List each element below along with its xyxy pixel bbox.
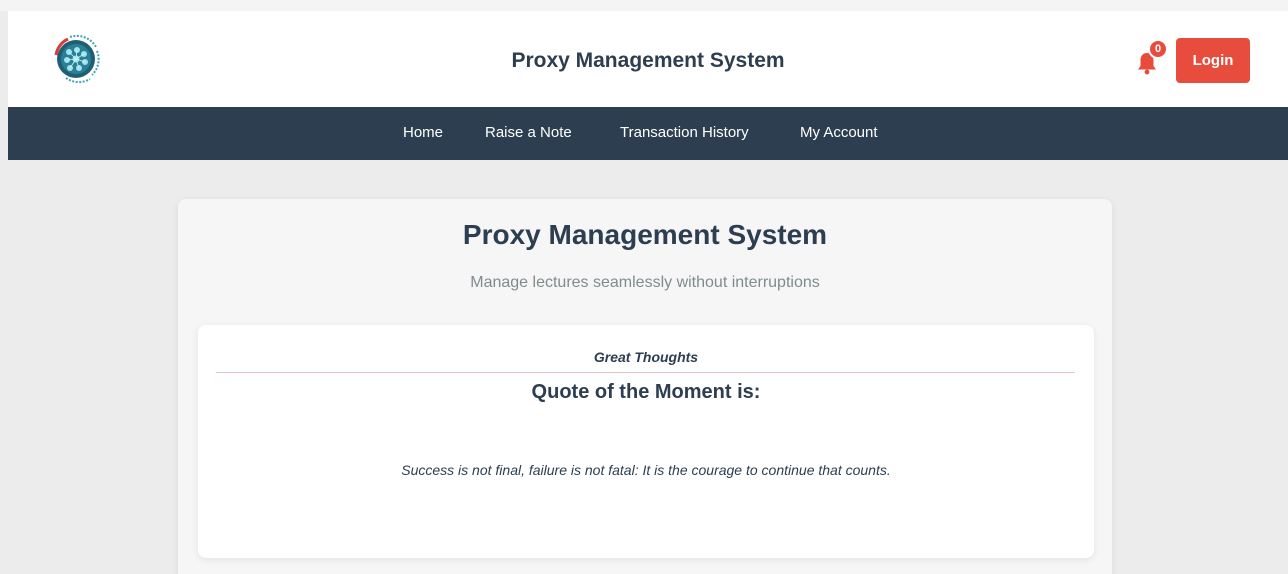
page-title: Proxy Management System bbox=[462, 219, 828, 250]
divider bbox=[216, 372, 1075, 373]
nav-item-raise-a-note[interactable]: Raise a Note bbox=[485, 124, 572, 141]
nav-item-my-account[interactable]: My Account bbox=[800, 124, 878, 141]
quote-card: Great Thoughts Quote of the Moment is: S… bbox=[198, 325, 1094, 558]
site-header: Proxy Management System 0 Login bbox=[8, 11, 1288, 107]
page-subtitle: Manage lectures seamlessly without inter… bbox=[470, 274, 820, 291]
login-button[interactable]: Login bbox=[1176, 38, 1250, 83]
quote-label: Quote of the Moment is: bbox=[531, 381, 761, 403]
quote-card-heading: Great Thoughts bbox=[593, 349, 699, 365]
main-card: Proxy Management System Manage lectures … bbox=[178, 199, 1112, 574]
nav-item-transaction-history[interactable]: Transaction History bbox=[620, 124, 749, 141]
top-strip bbox=[0, 0, 1288, 11]
main-nav: Home Raise a Note Transaction History My… bbox=[8, 107, 1288, 160]
header-title: Proxy Management System bbox=[511, 49, 785, 72]
nav-item-home[interactable]: Home bbox=[403, 124, 443, 141]
quote-text: Success is not final, failure is not fat… bbox=[401, 462, 891, 478]
notification-count-badge: 0 bbox=[1148, 39, 1168, 59]
